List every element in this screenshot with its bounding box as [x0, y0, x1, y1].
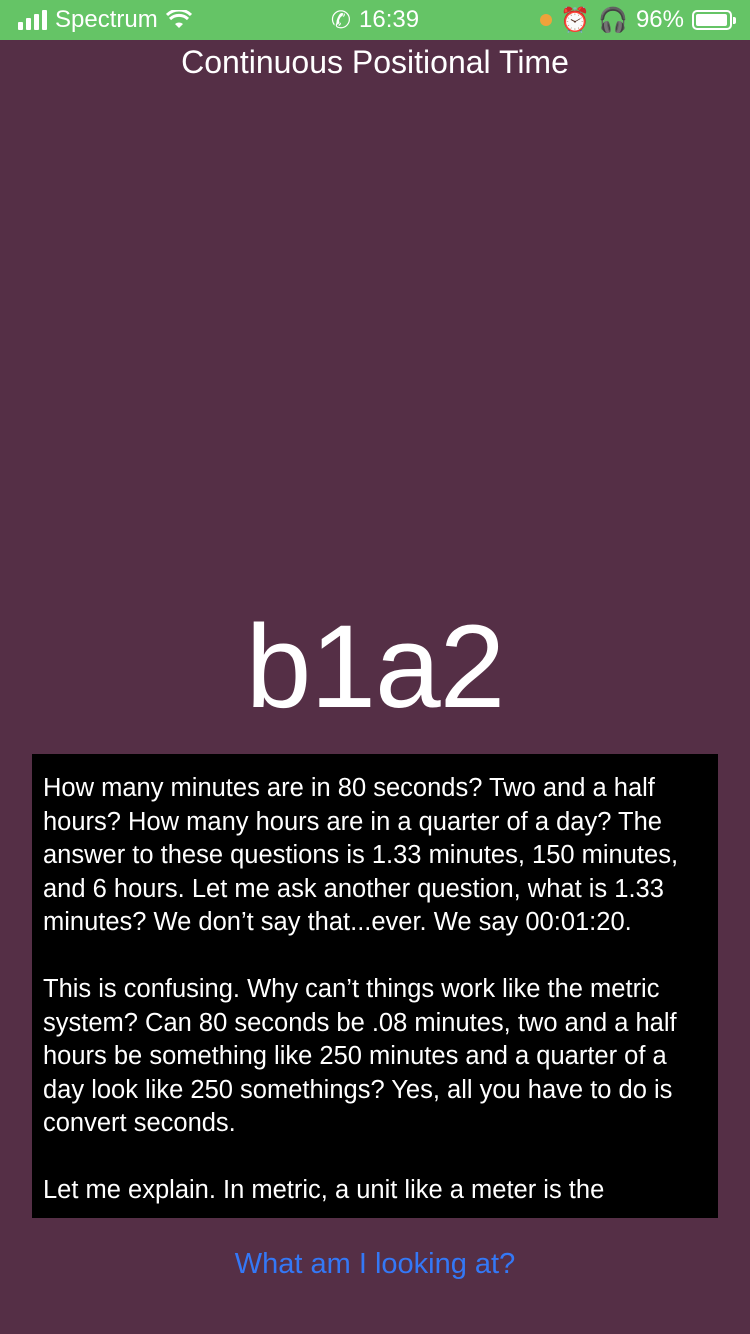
status-center: ✆ 16:39 [268, 6, 482, 35]
orange-dot-icon [540, 14, 553, 26]
carrier-name: Spectrum [55, 6, 158, 33]
battery-percentage: 96% [635, 6, 684, 33]
battery-fill [696, 14, 727, 26]
explanation-panel[interactable]: How many minutes are in 80 seconds? Two … [32, 754, 718, 1218]
wifi-icon [165, 10, 192, 28]
clock-time: 16:39 [359, 6, 420, 33]
what-am-i-looking-at-link[interactable]: What am I looking at? [0, 1244, 750, 1284]
signal-icon [18, 10, 47, 30]
positional-time-code: b1a2 [245, 601, 506, 733]
explanation-paragraph: This is confusing. Why can’t things work… [43, 975, 677, 1137]
battery-icon [692, 10, 736, 30]
page-title: Continuous Positional Time [181, 44, 569, 80]
headphones-icon: 🎧 [598, 6, 628, 34]
status-bar: Spectrum ✆ 16:39 ⏰ 🎧 96% [0, 0, 750, 40]
status-left: Spectrum [18, 6, 268, 34]
explanation-paragraph: How many minutes are in 80 seconds? Two … [43, 774, 679, 936]
status-right: ⏰ 🎧 96% [482, 6, 736, 35]
explanation-paragraph: Let me explain. In metric, a unit like a… [43, 1176, 605, 1204]
alarm-icon: ⏰ [560, 6, 591, 34]
phone-icon: ✆ [330, 6, 352, 34]
